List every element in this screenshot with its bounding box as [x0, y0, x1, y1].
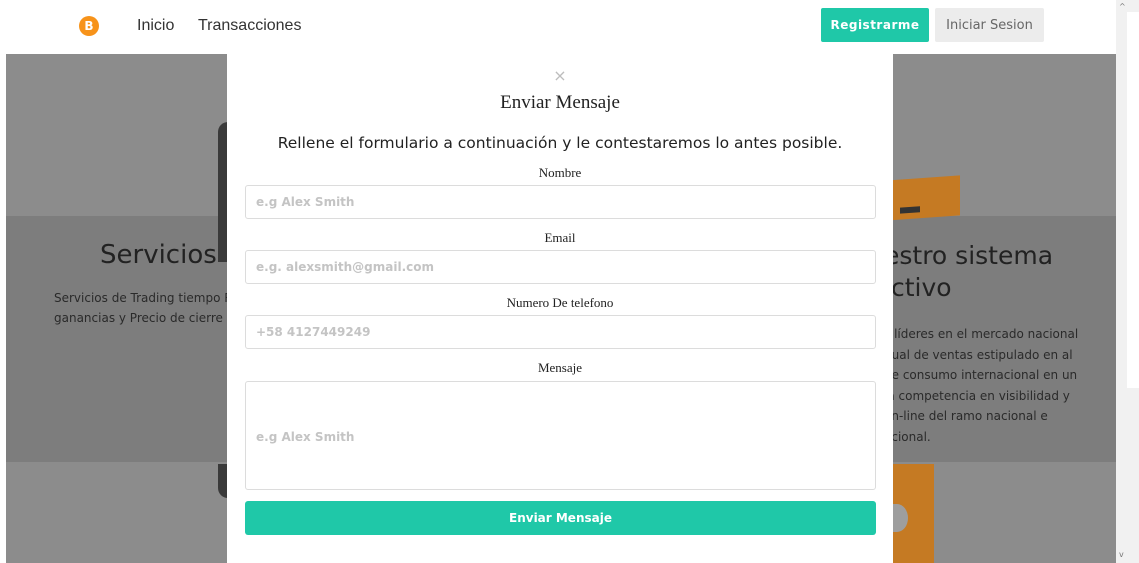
- system-title-line: ictivo: [884, 273, 952, 302]
- system-text-line: acional.: [884, 429, 931, 444]
- system-text-line: nual de ventas estipulado en al: [884, 347, 1073, 362]
- system-title-line: estro sistema: [884, 241, 1054, 270]
- nav-link-inicio[interactable]: Inicio: [137, 17, 174, 35]
- phone-input[interactable]: [245, 315, 876, 349]
- services-text-line: Servicios de Trading tiempo R: [54, 291, 233, 305]
- system-title: estro sistema ictivo: [884, 240, 1053, 304]
- send-message-button[interactable]: Enviar Mensaje: [245, 501, 876, 535]
- system-text-line: on-line del ramo nacional e: [884, 409, 1048, 423]
- scrollbar-thumb[interactable]: [1127, 12, 1139, 388]
- contact-modal: × Enviar Mensaje Rellene el formulario a…: [227, 54, 893, 563]
- background-illustration: [886, 175, 960, 221]
- scroll-up-icon[interactable]: ^: [1119, 2, 1126, 11]
- login-button[interactable]: Iniciar Sesion: [935, 8, 1044, 42]
- register-button[interactable]: Registrarme: [821, 8, 929, 42]
- nav-link-transacciones[interactable]: Transacciones: [198, 17, 301, 35]
- system-text: s líderes en el mercado nacional nual de…: [884, 324, 1078, 447]
- system-text-line: de consumo internacional en un: [884, 368, 1078, 382]
- system-text-line: s líderes en el mercado nacional: [884, 327, 1079, 341]
- bitcoin-logo-icon[interactable]: B: [79, 16, 99, 36]
- phone-label: Numero De telefono: [506, 295, 614, 310]
- name-input[interactable]: [245, 185, 876, 219]
- modal-title: Enviar Mensaje: [500, 92, 620, 113]
- services-text-line: ganancias y Precio de cierre d: [54, 311, 235, 325]
- close-icon[interactable]: ×: [553, 68, 567, 84]
- scrollbar[interactable]: ^ v: [1116, 0, 1139, 563]
- scroll-down-icon[interactable]: v: [1119, 550, 1124, 559]
- navbar: B Inicio Transacciones Registrarme Inici…: [0, 0, 1116, 54]
- background-illustration: [886, 464, 934, 563]
- message-label: Mensaje: [537, 360, 583, 375]
- services-text: Servicios de Trading tiempo R ganancias …: [54, 288, 234, 328]
- system-text-line: la competencia en visibilidad y: [884, 388, 1070, 403]
- email-input[interactable]: [245, 250, 876, 284]
- services-title: Servicios: [100, 240, 217, 270]
- name-label: Nombre: [538, 165, 582, 180]
- modal-subtitle: Rellene el formulario a continuación y l…: [277, 134, 843, 152]
- message-textarea[interactable]: [245, 381, 876, 490]
- email-label: Email: [544, 230, 576, 245]
